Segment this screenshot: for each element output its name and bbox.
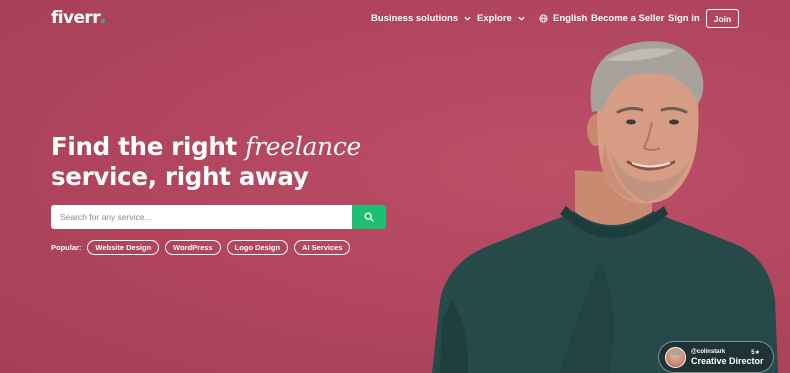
popular-tag-website-design[interactable]: Website Design xyxy=(87,240,160,255)
headline-part2: service, right away xyxy=(51,162,309,191)
hero-section: fiverr Business solutions Explore Englis… xyxy=(0,0,790,373)
chevron-down-icon xyxy=(518,16,525,21)
popular-tag-ai-services[interactable]: AI Services xyxy=(294,240,351,255)
popular-label: Popular: xyxy=(51,243,82,252)
popular-tag-logo-design[interactable]: Logo Design xyxy=(226,240,289,255)
popular-tags: Popular: Website Design WordPress Logo D… xyxy=(51,240,351,255)
join-button[interactable]: Join xyxy=(706,9,739,28)
seller-rating: 5★ xyxy=(751,350,760,356)
nav-language[interactable]: English xyxy=(539,13,587,24)
headline-italic: freelance xyxy=(245,132,362,161)
search-input[interactable] xyxy=(51,205,352,229)
nav-become-seller[interactable]: Become a Seller xyxy=(591,13,664,24)
nav-business-solutions[interactable]: Business solutions xyxy=(371,13,472,24)
nav-explore-label: Explore xyxy=(477,13,512,24)
nav-business-solutions-label: Business solutions xyxy=(371,13,459,24)
avatar xyxy=(665,346,686,368)
seller-role: Creative Director xyxy=(691,355,764,366)
seller-badge[interactable]: @colinstark Creative Director 5★ xyxy=(658,341,774,373)
chevron-down-icon xyxy=(464,16,471,21)
search-button[interactable] xyxy=(352,205,386,229)
search-bar xyxy=(51,205,386,229)
logo-dot xyxy=(101,19,106,23)
hero-headline: Find the right freelance service, right … xyxy=(51,132,361,192)
search-icon xyxy=(364,212,374,222)
fiverr-logo[interactable]: fiverr xyxy=(51,8,106,28)
headline-part1: Find the right xyxy=(51,132,246,161)
top-nav: fiverr Business solutions Explore Englis… xyxy=(0,0,790,38)
nav-language-label: English xyxy=(553,13,588,24)
popular-tag-wordpress[interactable]: WordPress xyxy=(165,240,221,255)
nav-explore[interactable]: Explore xyxy=(477,13,526,24)
globe-icon xyxy=(539,14,548,23)
nav-sign-in[interactable]: Sign in xyxy=(668,13,700,24)
